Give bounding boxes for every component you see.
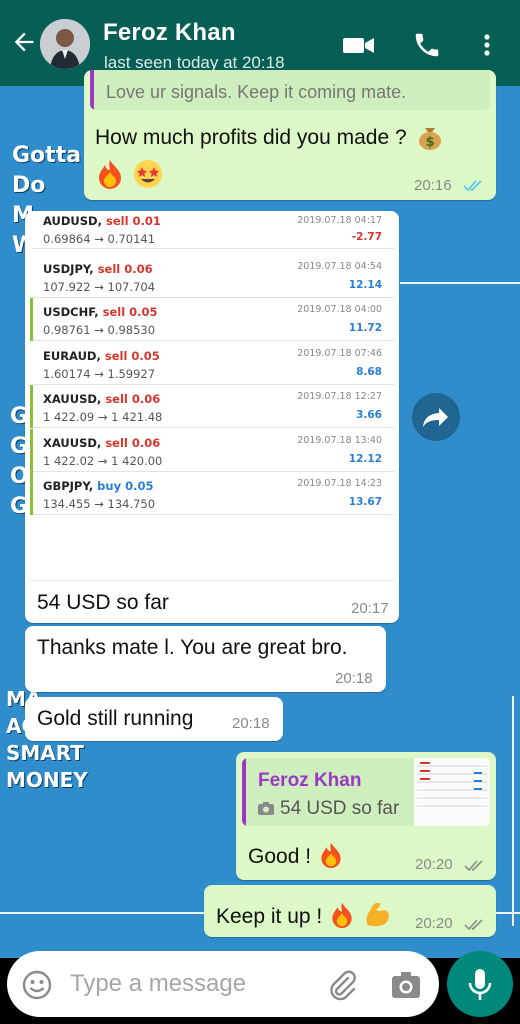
emoji-row <box>94 158 164 195</box>
message-text: Good ! <box>248 841 345 869</box>
delivered-ticks-icon <box>464 860 483 872</box>
trade-prices: 1.60174 → 1.59927 <box>43 366 156 381</box>
quoted-text: Love ur signals. Keep it coming mate. <box>106 82 407 102</box>
emoji-icon[interactable] <box>21 969 53 1001</box>
trade-prices: 0.98761 → 0.98530 <box>43 323 156 337</box>
video-call-icon[interactable] <box>342 30 376 60</box>
message-text: Thanks mate l. You are great bro. <box>37 636 348 659</box>
trade-row: XAUUSD, sell 0.06 1 422.02 → 1 420.00 2019… <box>30 428 394 472</box>
message-text: How much profits did you made ? $ <box>95 122 443 150</box>
read-ticks-icon <box>463 180 482 192</box>
message-bubble-outgoing[interactable]: Love ur signals. Keep it coming mate. Ho… <box>84 70 496 200</box>
trade-symbol: XAUUSD, sell 0.06 <box>43 392 161 406</box>
trade-side: sell 0.06 <box>97 261 153 276</box>
trade-prices: 1 422.09 → 1 421.48 <box>43 410 163 424</box>
trade-date: 2019.07.18 14:23 <box>297 478 382 489</box>
voice-message-button[interactable] <box>447 951 513 1017</box>
trade-side: sell 0.05 <box>104 348 160 363</box>
message-bubble-outgoing[interactable]: Keep it up ! 20:20 <box>204 885 496 937</box>
fire-emoji-icon <box>332 902 352 929</box>
trade-date: 2019.07.18 04:00 <box>297 304 382 315</box>
trade-prices: 134.455 → 134.750 <box>43 497 156 511</box>
trade-row: EURAUD, sell 0.05 1.60174 → 1.59927 2019.0… <box>32 342 394 385</box>
trade-symbol: USDJPY, sell 0.06 <box>43 261 153 276</box>
message-text: Keep it up ! <box>216 899 392 929</box>
trade-prices: 0.69864 → 0.70141 <box>43 232 156 246</box>
message-bubble-incoming[interactable]: Gold still running 20:18 <box>25 697 283 741</box>
contact-name[interactable]: Feroz Khan <box>103 19 236 47</box>
wallpaper-line <box>400 282 520 284</box>
quoted-message[interactable]: Love ur signals. Keep it coming mate. <box>90 70 490 110</box>
image-caption: 54 USD so far <box>37 591 169 614</box>
trade-row: XAUUSD, sell 0.06 1 422.09 → 1 421.48 2019… <box>30 385 394 428</box>
trade-side: sell 0.06 <box>105 435 161 450</box>
forward-button[interactable] <box>412 393 460 441</box>
trade-row: AUDUSD, sell 0.01 0.69864 → 0.70141 2019.0… <box>32 211 394 249</box>
trade-date: 2019.07.18 13:40 <box>297 434 382 446</box>
trade-side: buy 0.05 <box>97 479 154 493</box>
phone-icon[interactable] <box>410 30 444 60</box>
camera-icon[interactable] <box>390 970 422 1000</box>
trade-date: 2019.07.18 07:46 <box>297 347 382 359</box>
fire-emoji-icon <box>99 160 121 189</box>
quoted-message[interactable]: Feroz Khan 54 USD so far <box>242 758 490 826</box>
message-bubble-incoming[interactable]: Thanks mate l. You are great bro. 20:18 <box>25 626 386 692</box>
message-time: 20:18 <box>335 670 373 687</box>
divider <box>30 580 394 581</box>
forward-icon <box>423 408 448 427</box>
wallpaper-line <box>512 696 514 926</box>
star-struck-emoji-icon <box>134 160 163 188</box>
trade-date: 2019.07.18 12:27 <box>297 391 382 402</box>
message-input[interactable]: Type a message <box>70 970 246 998</box>
image-thumbnail <box>414 758 490 826</box>
svg-text:$: $ <box>425 135 434 150</box>
message-time: 20:17 <box>351 600 389 617</box>
flexed-biceps-emoji-icon <box>366 902 389 927</box>
trade-profit: -2.77 <box>351 231 382 243</box>
trade-profit: 11.72 <box>348 322 382 334</box>
trade-prices: 107.922 → 107.704 <box>43 279 156 294</box>
trade-profit: 12.14 <box>348 278 382 291</box>
trade-prices: 1 422.02 → 1 420.00 <box>43 453 163 468</box>
delivered-ticks-icon <box>464 919 483 931</box>
fire-emoji-icon <box>321 842 341 869</box>
trade-symbol: USDCHF, sell 0.05 <box>43 305 158 319</box>
money-bag-icon: $ <box>418 128 441 150</box>
trade-side: sell 0.05 <box>102 305 158 319</box>
trade-symbol: GBPJPY, buy 0.05 <box>43 479 154 493</box>
quoted-text: 54 USD so far <box>280 798 400 819</box>
microphone-icon <box>468 969 492 1000</box>
message-time: 20:16 <box>414 177 452 194</box>
message-time: 20:20 <box>415 915 453 932</box>
message-time: 20:20 <box>415 856 453 873</box>
more-vert-icon[interactable] <box>472 30 502 60</box>
trade-row: USDJPY, sell 0.06 107.922 → 107.704 2019.0… <box>32 255 394 298</box>
trade-profit: 3.66 <box>356 409 382 421</box>
trade-profit: 12.12 <box>348 452 382 465</box>
arrow-left-icon[interactable] <box>10 28 38 56</box>
trade-symbol: AUDUSD, sell 0.01 <box>43 214 161 228</box>
message-text: Gold still running <box>37 707 194 730</box>
trade-profit: 13.67 <box>348 496 382 508</box>
message-time: 20:18 <box>232 715 270 732</box>
paperclip-icon[interactable] <box>326 968 358 1002</box>
trade-symbol: XAUUSD, sell 0.06 <box>43 435 161 450</box>
quoted-author: Feroz Khan <box>258 770 362 791</box>
camera-small-icon <box>258 802 274 815</box>
trade-row: GBPJPY, buy 0.05 134.455 → 134.750 2019.07… <box>30 472 394 515</box>
trade-side: sell 0.06 <box>105 392 161 406</box>
trade-row: USDCHF, sell 0.05 0.98761 → 0.98530 2019.0… <box>30 298 394 341</box>
trade-profit: 8.68 <box>356 365 382 378</box>
trade-date: 2019.07.18 04:17 <box>297 215 382 226</box>
trade-date: 2019.07.18 04:54 <box>297 260 382 272</box>
trade-symbol: EURAUD, sell 0.05 <box>43 348 160 363</box>
trade-side: sell 0.01 <box>105 214 161 228</box>
contact-avatar[interactable] <box>40 19 90 69</box>
